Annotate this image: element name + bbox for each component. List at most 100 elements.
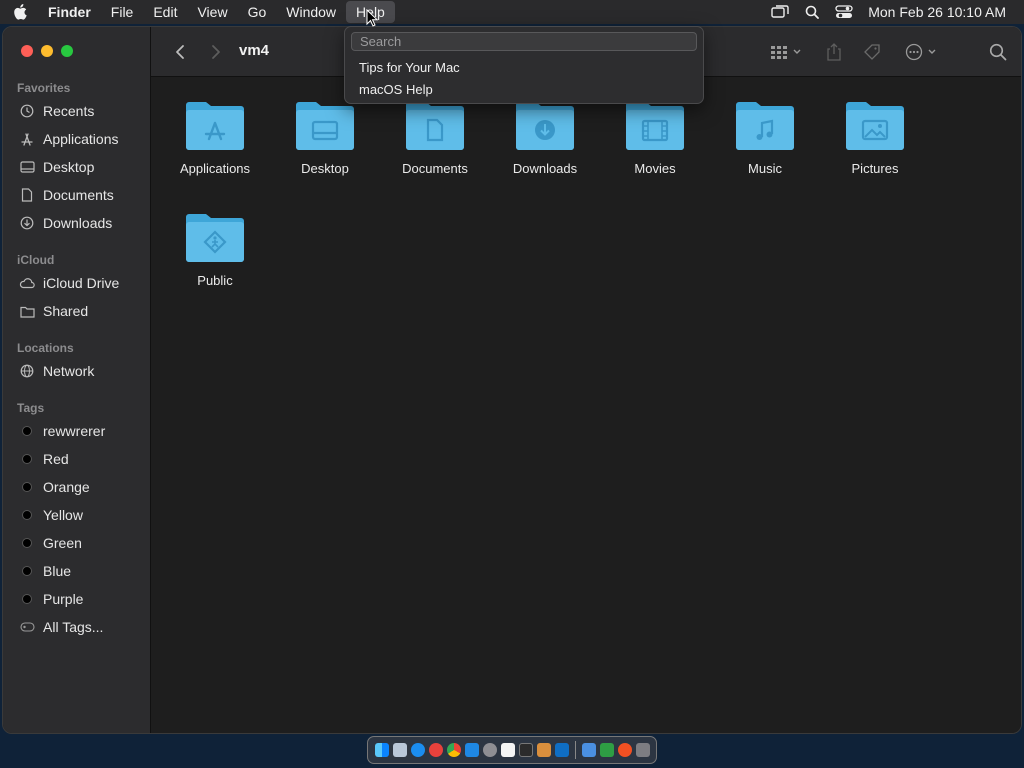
folder-icon [736, 102, 794, 150]
sidebar-item-desktop[interactable]: Desktop [19, 156, 94, 178]
back-chevron-icon[interactable] [169, 41, 191, 63]
mouse-cursor-icon [366, 9, 378, 27]
sidebar-item-applications[interactable]: Applications [19, 128, 119, 150]
window-title: vm4 [239, 42, 270, 59]
folder-music[interactable]: Music [715, 99, 815, 176]
file-label: Movies [634, 161, 676, 176]
sidebar-tag-yellow[interactable]: Yellow [19, 504, 83, 526]
sidebar-tag-green[interactable]: Green [19, 532, 82, 554]
folder-applications[interactable]: Applications [165, 99, 265, 176]
tag-dot-icon [22, 482, 32, 492]
trash-icon[interactable] [635, 743, 650, 757]
menu-window[interactable]: Window [276, 1, 346, 23]
sidebar-tag-orange[interactable]: Orange [19, 476, 90, 498]
menu-view[interactable]: View [187, 1, 237, 23]
dock-separator [574, 741, 576, 759]
file-label: Music [748, 161, 782, 176]
folder-icon [846, 102, 904, 150]
tag-dot-icon [22, 454, 32, 464]
sidebar-item-shared[interactable]: Shared [19, 300, 88, 322]
shared-folder-icon [19, 303, 35, 319]
launchpad-app-icon[interactable] [392, 743, 407, 757]
file-label: Desktop [301, 161, 349, 176]
sidebar-section-favorites: Favorites [17, 81, 71, 95]
sidebar-item-label: Recents [43, 103, 95, 119]
sidebar-tag-red[interactable]: Red [19, 448, 69, 470]
vscode-app-icon[interactable] [554, 743, 569, 757]
app-store-app-icon[interactable] [464, 743, 479, 757]
download-icon [19, 215, 35, 231]
folder-documents[interactable]: Documents [385, 99, 485, 176]
window-controls [21, 45, 73, 57]
menu-bar-clock[interactable]: Mon Feb 26 10:10 AM [860, 4, 1024, 20]
folder-downloads[interactable]: Downloads [495, 99, 595, 176]
zoom-button[interactable] [61, 45, 73, 57]
finder-app-icon[interactable] [374, 743, 389, 757]
screen-mirroring-icon[interactable] [764, 0, 796, 24]
system-settings-app-icon[interactable] [482, 743, 497, 757]
sidebar-item-icloud-drive[interactable]: iCloud Drive [19, 272, 119, 294]
share-icon[interactable] [823, 40, 845, 64]
folder-public[interactable]: Public [165, 211, 265, 288]
file-label: Documents [402, 161, 468, 176]
menu-file[interactable]: File [101, 1, 144, 23]
help-search-input[interactable]: Search [351, 32, 697, 51]
dock [367, 736, 657, 764]
spotlight-search-icon[interactable] [796, 0, 828, 24]
sidebar-all-tags[interactable]: All Tags... [19, 616, 103, 638]
folder-desktop[interactable]: Desktop [275, 99, 375, 176]
menu-finder[interactable]: Finder [40, 1, 101, 23]
menu-item-macos-help[interactable]: macOS Help [359, 82, 433, 97]
search-icon[interactable] [987, 40, 1009, 64]
sidebar-item-label: Desktop [43, 159, 95, 175]
brush-app-icon[interactable] [536, 743, 551, 757]
menu-item-tips-for-your-mac[interactable]: Tips for Your Mac [359, 60, 460, 75]
tag-icon[interactable] [861, 40, 883, 64]
sidebar-section-tags: Tags [17, 401, 45, 415]
tag-dot-icon [22, 538, 32, 548]
file-label: Downloads [512, 161, 578, 176]
folder-icon [296, 102, 354, 150]
sidebar-item-label: Green [43, 535, 82, 551]
file-label: Applications [179, 161, 251, 176]
sidebar-item-network[interactable]: Network [19, 360, 94, 382]
sidebar-item-label: Applications [43, 131, 119, 147]
folder-movies[interactable]: Movies [605, 99, 705, 176]
folder-icon [186, 102, 244, 150]
sidebar-item-label: Downloads [43, 215, 113, 231]
menu-bar: Finder File Edit View Go Window Help Mon… [0, 0, 1024, 24]
app-thumbnail-icon[interactable] [617, 743, 632, 757]
sidebar-item-label: Network [43, 363, 95, 379]
menu-edit[interactable]: Edit [143, 1, 187, 23]
sidebar-item-label: Documents [43, 187, 114, 203]
app-store-a-icon [19, 131, 35, 147]
sidebar-item-recents[interactable]: Recents [19, 100, 94, 122]
finder-window-thumbnail-icon[interactable] [581, 743, 596, 757]
firefox-app-icon[interactable] [428, 743, 443, 757]
close-button[interactable] [21, 45, 33, 57]
terminal-app-icon[interactable] [518, 743, 533, 757]
apple-icon[interactable] [0, 0, 40, 24]
excel-app-icon[interactable] [599, 743, 614, 757]
sidebar-tag-rewwrerer[interactable]: rewwrerer [19, 420, 105, 442]
minimize-button[interactable] [41, 45, 53, 57]
sidebar-item-label: rewwrerer [43, 423, 106, 439]
chrome-app-icon[interactable] [446, 743, 461, 757]
forward-chevron-icon[interactable] [205, 41, 227, 63]
icon-view-grid-icon[interactable] [767, 40, 807, 64]
more-actions-icon[interactable] [903, 40, 943, 64]
sidebar-item-documents[interactable]: Documents [19, 184, 114, 206]
sidebar-tag-purple[interactable]: Purple [19, 588, 83, 610]
folder-icon [406, 102, 464, 150]
sidebar-item-label: All Tags... [43, 619, 104, 635]
finder-window: Favorites Recents Applications Desktop D… [2, 26, 1022, 734]
safari-app-icon[interactable] [410, 743, 425, 757]
sidebar-item-label: Orange [43, 479, 90, 495]
sidebar-tag-blue[interactable]: Blue [19, 560, 71, 582]
sidebar-item-downloads[interactable]: Downloads [19, 212, 112, 234]
menu-go[interactable]: Go [238, 1, 277, 23]
control-center-icon[interactable] [828, 0, 860, 24]
folder-pictures[interactable]: Pictures [825, 99, 925, 176]
main-content: vm4 Applications Desktop Documents Downl… [151, 27, 1021, 733]
textedit-app-icon[interactable] [500, 743, 515, 757]
